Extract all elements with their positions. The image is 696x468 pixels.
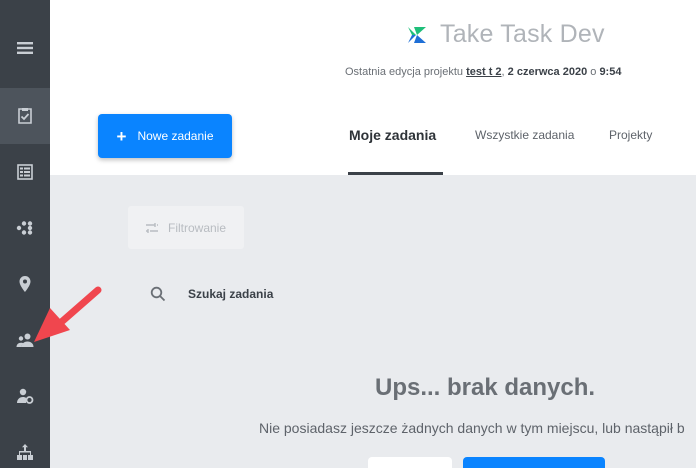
empty-state-secondary-button[interactable] bbox=[368, 457, 452, 468]
active-tab-indicator bbox=[348, 172, 443, 175]
app-title: Take Task Dev bbox=[440, 20, 605, 48]
users-icon bbox=[16, 333, 34, 347]
last-edit-project-link[interactable]: test t 2 bbox=[466, 66, 501, 78]
menu-icon bbox=[17, 42, 33, 54]
org-chart-icon bbox=[17, 444, 33, 460]
sidebar-menu-button[interactable] bbox=[0, 20, 50, 76]
search-icon bbox=[150, 286, 166, 302]
sidebar bbox=[0, 0, 50, 468]
sidebar-item-locations[interactable] bbox=[0, 256, 50, 312]
user-settings-icon bbox=[17, 388, 34, 404]
search-bar bbox=[150, 286, 388, 302]
new-task-button[interactable]: + Nowe zadanie bbox=[98, 114, 232, 158]
last-edit-prefix: Ostatnia edycja projektu bbox=[345, 66, 464, 78]
sidebar-item-user-settings[interactable] bbox=[0, 368, 50, 424]
plus-icon: + bbox=[116, 126, 127, 146]
tab-projects[interactable]: Projekty bbox=[609, 128, 652, 142]
task-check-icon bbox=[18, 108, 32, 124]
sidebar-item-users[interactable] bbox=[0, 312, 50, 368]
sidebar-item-lists[interactable] bbox=[0, 144, 50, 200]
filter-button[interactable]: Filtrowanie bbox=[128, 206, 244, 249]
empty-state-primary-button[interactable] bbox=[463, 457, 605, 468]
last-edit-info: Ostatnia edycja projektu test t 2, 2 cze… bbox=[345, 66, 622, 78]
filter-label: Filtrowanie bbox=[168, 220, 227, 235]
tab-my-tasks[interactable]: Moje zadania bbox=[349, 127, 436, 143]
empty-state-description: Nie posiadasz jeszcze żadnych danych w t… bbox=[259, 420, 685, 436]
search-input[interactable] bbox=[188, 287, 388, 301]
tab-all-tasks[interactable]: Wszystkie zadania bbox=[475, 128, 574, 142]
last-edit-time: 9:54 bbox=[599, 66, 622, 78]
sidebar-item-hierarchy[interactable] bbox=[0, 424, 50, 468]
checklist-icon bbox=[17, 164, 33, 180]
empty-state-title: Ups... brak danych. bbox=[375, 374, 596, 401]
brand: Take Task Dev bbox=[406, 20, 605, 49]
location-pin-icon bbox=[19, 276, 31, 292]
header: Take Task Dev Ostatnia edycja projektu t… bbox=[50, 0, 696, 175]
new-task-label: Nowe zadanie bbox=[137, 129, 214, 143]
last-edit-sep: o bbox=[590, 66, 597, 78]
take-task-logo-icon bbox=[408, 26, 426, 43]
filter-sliders-icon bbox=[146, 222, 158, 233]
nodes-icon bbox=[16, 221, 33, 235]
sidebar-item-structure[interactable] bbox=[0, 200, 50, 256]
sidebar-item-tasks[interactable] bbox=[0, 88, 50, 144]
last-edit-date: 2 czerwca 2020 bbox=[507, 66, 588, 78]
